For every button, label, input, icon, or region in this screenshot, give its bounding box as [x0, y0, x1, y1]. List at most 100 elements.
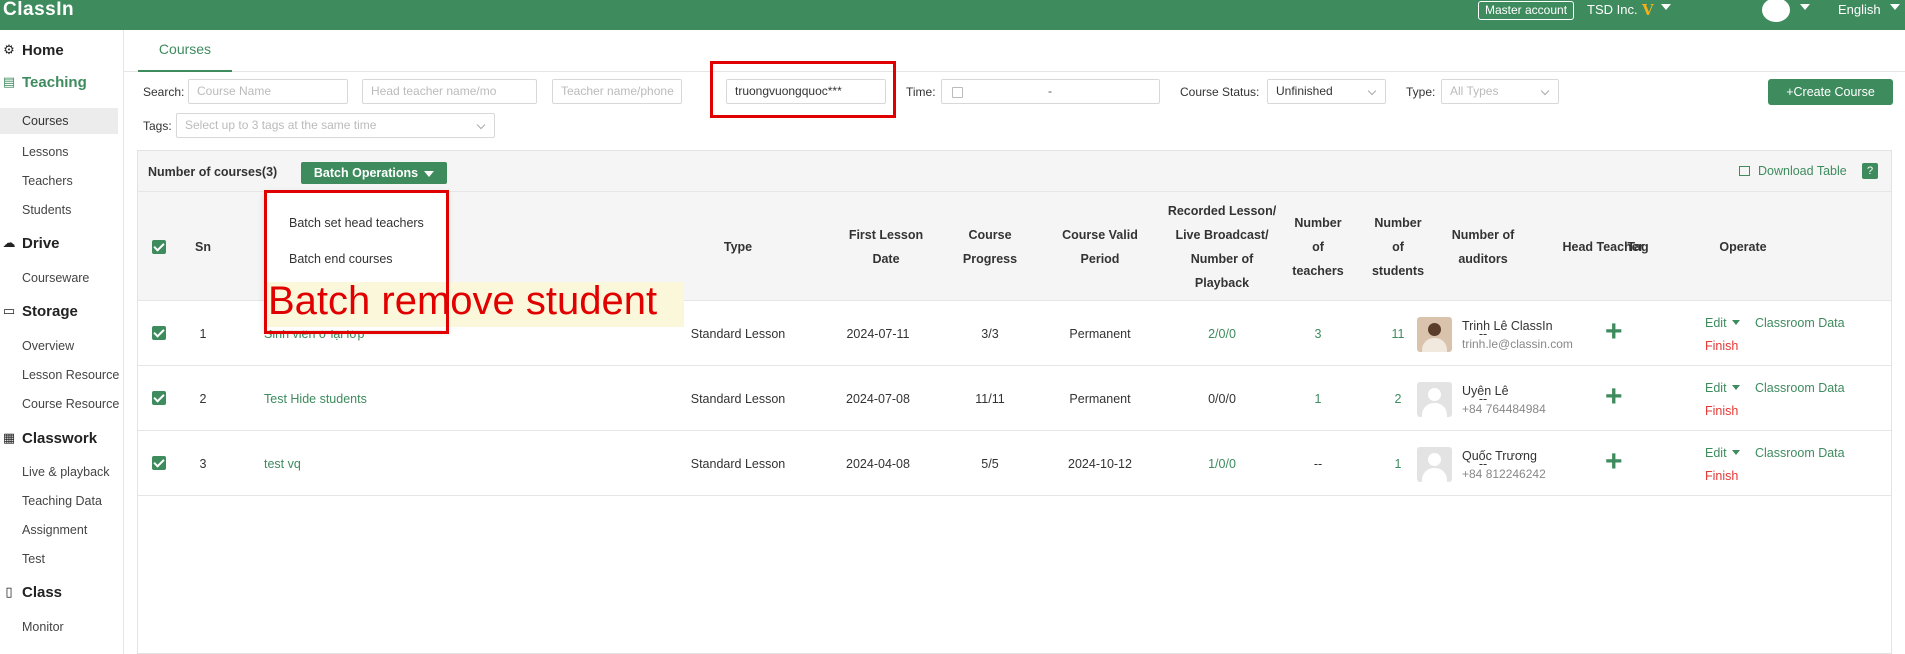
head-teacher-input[interactable]: Head teacher name/mo	[362, 79, 537, 104]
caret-down-icon	[1731, 320, 1740, 325]
row-sn: 1	[199, 326, 207, 341]
edit-label: Edit	[1705, 381, 1727, 395]
tags-select[interactable]: Select up to 3 tags at the same time	[176, 113, 495, 138]
row-recorded: 0/0/0	[1208, 391, 1236, 406]
finish-link[interactable]: Finish	[1705, 469, 1738, 483]
sidebar-item-students[interactable]: Students	[22, 203, 71, 217]
sidebar-item-teachers[interactable]: Teachers	[22, 174, 73, 188]
sidebar-teaching[interactable]: ▤ Teaching	[0, 72, 87, 92]
gear-icon: ⚙	[3, 42, 15, 57]
head-teacher-name: Trinh Lê ClassIn	[1462, 319, 1553, 333]
language-chevron-down-icon[interactable]	[1890, 4, 1900, 10]
sidebar-item-monitor[interactable]: Monitor	[22, 620, 64, 634]
course-name-link[interactable]: test vq	[264, 431, 524, 496]
header-students: Number of students	[1371, 216, 1425, 278]
sidebar-item-courses[interactable]: Courses	[0, 108, 118, 134]
header-sn: Sn	[195, 240, 211, 254]
row-auditors: --	[1478, 456, 1488, 471]
edit-dropdown[interactable]: Edit	[1705, 446, 1740, 460]
help-icon[interactable]: ?	[1862, 163, 1878, 179]
language-selector[interactable]: English	[1838, 2, 1881, 17]
classroom-data-link[interactable]: Classroom Data	[1755, 316, 1845, 330]
caret-down-icon	[1731, 450, 1740, 455]
sidebar-drive-label: Drive	[22, 234, 60, 252]
table-download-icon	[1739, 166, 1750, 176]
sidebar-class[interactable]: ▯ Class	[0, 582, 62, 602]
sidebar-item-course-resource[interactable]: Course Resource	[22, 397, 119, 411]
tab-courses[interactable]: Courses	[138, 30, 232, 72]
row-recorded-link[interactable]: 2/0/0	[1165, 301, 1279, 366]
caret-down-icon	[424, 170, 435, 177]
edit-dropdown[interactable]: Edit	[1705, 316, 1740, 330]
row-checkbox[interactable]	[152, 326, 166, 340]
calendar-icon	[952, 87, 963, 98]
sidebar-classwork-label: Classwork	[22, 429, 98, 447]
chevron-down-icon	[1540, 86, 1550, 96]
sidebar-item-courseware[interactable]: Courseware	[22, 271, 89, 285]
download-table-link[interactable]: Download Table	[1739, 164, 1847, 178]
batch-operations-button[interactable]: Batch Operations	[301, 162, 447, 184]
row-progress: 5/5	[981, 456, 999, 471]
type-select[interactable]: All Types	[1441, 79, 1559, 104]
add-tag-plus-icon[interactable]: +	[1605, 317, 1623, 347]
org-name[interactable]: TSD Inc.	[1587, 2, 1638, 17]
header-tag: Tag	[1627, 240, 1649, 254]
header-operate: Operate	[1719, 240, 1767, 254]
sidebar-item-assignment[interactable]: Assignment	[22, 523, 87, 537]
master-account-button[interactable]: Master account	[1478, 1, 1575, 20]
sidebar-storage[interactable]: ▭ Storage	[0, 301, 78, 321]
storage-icon: ▭	[2, 303, 16, 318]
edit-dropdown[interactable]: Edit	[1705, 381, 1740, 395]
sidebar-home-label: Home	[22, 41, 64, 59]
select-all-checkbox[interactable]	[152, 240, 166, 254]
sidebar-item-teaching-data[interactable]: Teaching Data	[22, 494, 102, 508]
head-teacher-avatar	[1417, 382, 1452, 417]
add-tag-plus-icon[interactable]: +	[1605, 382, 1623, 412]
sidebar-item-test[interactable]: Test	[22, 552, 45, 566]
head-teacher-name: Quốc Trương	[1462, 449, 1537, 463]
create-course-button[interactable]: +Create Course	[1768, 79, 1893, 105]
chevron-down-icon	[476, 120, 486, 130]
user-avatar[interactable]	[1762, 0, 1790, 22]
sidebar-class-label: Class	[22, 583, 63, 601]
course-status-select[interactable]: Unfinished	[1267, 79, 1386, 104]
teacher-input[interactable]: Teacher name/phone	[552, 79, 682, 104]
sidebar-item-lesson-resource[interactable]: Lesson Resource	[22, 368, 119, 382]
row-recorded-link[interactable]: 1/0/0	[1165, 431, 1279, 496]
row-type: Standard Lesson	[690, 456, 786, 471]
row-teachers-link[interactable]: 3	[1288, 301, 1348, 366]
org-chevron-down-icon[interactable]	[1661, 4, 1671, 10]
app-logo[interactable]: ClassIn	[3, 0, 74, 20]
classroom-data-link[interactable]: Classroom Data	[1755, 381, 1845, 395]
table-toolbar: Number of courses(3) Batch Operations Do…	[138, 151, 1891, 191]
sidebar-drive[interactable]: ☁ Drive	[0, 233, 60, 253]
user-chevron-down-icon[interactable]	[1800, 4, 1810, 10]
finish-link[interactable]: Finish	[1705, 404, 1738, 418]
type-label: Type:	[1406, 85, 1436, 99]
sidebar-item-overview[interactable]: Overview	[22, 339, 74, 353]
table-row: 3 test vq Standard Lesson 2024-04-08 5/5…	[138, 431, 1891, 496]
edit-label: Edit	[1705, 316, 1727, 330]
head-teacher-avatar	[1417, 447, 1452, 482]
finish-link[interactable]: Finish	[1705, 339, 1738, 353]
add-tag-plus-icon[interactable]: +	[1605, 447, 1623, 477]
head-teacher-contact: trinh.le@classin.com	[1462, 337, 1573, 351]
table-row: 2 Test Hide students Standard Lesson 202…	[138, 366, 1891, 431]
time-range-picker[interactable]: -	[941, 79, 1160, 104]
course-name-link[interactable]: Test Hide students	[264, 366, 524, 431]
row-checkbox[interactable]	[152, 456, 166, 470]
head-teacher-contact: +84 812246242	[1462, 467, 1546, 481]
course-status-label: Course Status:	[1180, 85, 1260, 99]
header-teachers: Number of teachers	[1292, 216, 1344, 278]
row-teachers-link[interactable]: 1	[1288, 366, 1348, 431]
classroom-data-link[interactable]: Classroom Data	[1755, 446, 1845, 460]
sidebar-classwork[interactable]: ▦ Classwork	[0, 428, 97, 448]
row-first-lesson-date: 2024-04-08	[846, 456, 910, 471]
highlight-box-menu	[264, 190, 449, 334]
course-name-input[interactable]: Course Name	[188, 79, 348, 104]
row-checkbox[interactable]	[152, 391, 166, 405]
sidebar-item-live-playback[interactable]: Live & playback	[22, 465, 110, 479]
sidebar-home[interactable]: ⚙ Home	[0, 40, 64, 60]
batch-operations-label: Batch Operations	[313, 166, 419, 180]
sidebar-item-lessons[interactable]: Lessons	[22, 145, 69, 159]
